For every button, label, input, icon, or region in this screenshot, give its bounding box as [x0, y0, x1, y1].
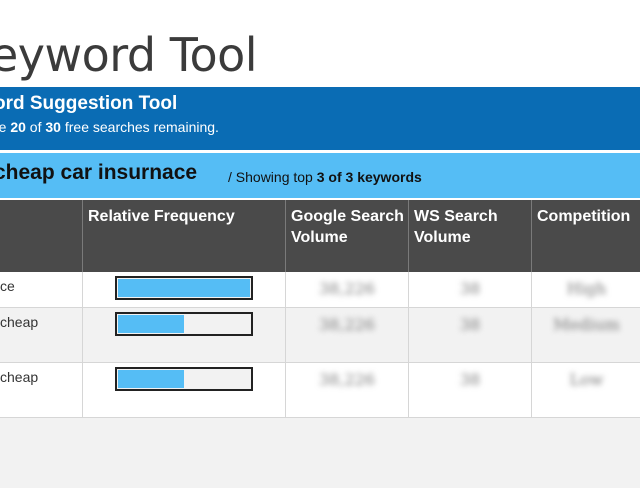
- header-keyword[interactable]: [0, 200, 83, 272]
- keyword-text[interactable]: cheap: [0, 363, 82, 385]
- results-count-value: 3 of 3 keywords: [316, 169, 422, 185]
- google-volume-cell: 38,226: [286, 363, 409, 418]
- frequency-bar-fill: [118, 279, 250, 297]
- frequency-cell: [83, 308, 286, 363]
- competition-cell: High: [532, 272, 640, 308]
- searches-remaining-count: 20: [10, 119, 26, 135]
- tool-title: ord Suggestion Tool: [0, 93, 178, 114]
- searches-remaining-mid: of: [25, 119, 46, 135]
- page-title: eyword Tool: [0, 28, 258, 82]
- competition-value: High: [566, 279, 607, 298]
- frequency-bar: [115, 367, 253, 391]
- header-competition[interactable]: Competition: [532, 200, 640, 272]
- table-row: cheap 38,226 38 Low: [0, 363, 640, 418]
- google-volume-cell: 38,226: [286, 308, 409, 363]
- searches-remaining-prefix: re: [0, 119, 7, 135]
- ws-volume-value: 38: [459, 370, 481, 389]
- tool-header-bar: ord Suggestion Tool re 20 of 30 free sea…: [0, 87, 640, 150]
- frequency-bar-fill: [118, 370, 184, 388]
- google-volume-cell: 38,226: [286, 272, 409, 308]
- searches-remaining-suffix: free searches remaining.: [60, 119, 219, 135]
- google-volume-value: 38,226: [319, 315, 375, 334]
- header-ws-search-volume[interactable]: WS Search Volume: [409, 200, 532, 272]
- results-count-prefix: / Showing top: [228, 169, 317, 185]
- ws-volume-cell: 38: [409, 272, 532, 308]
- google-volume-value: 38,226: [319, 370, 375, 389]
- search-query: cheap car insurnace: [0, 161, 198, 184]
- ws-volume-cell: 38: [409, 308, 532, 363]
- keyword-cell: cheap: [0, 308, 83, 363]
- search-summary-bar: cheap car insurnace / Showing top 3 of 3…: [0, 153, 640, 198]
- table-row: ce 38,226 38 High: [0, 272, 640, 308]
- keyword-cell: cheap: [0, 363, 83, 418]
- searches-remaining-text: re 20 of 30 free searches remaining.: [0, 119, 219, 135]
- competition-cell: Low: [532, 363, 640, 418]
- competition-value: Medium: [553, 315, 620, 334]
- table-row: cheap 38,226 38 Medium: [0, 308, 640, 363]
- google-volume-value: 38,226: [319, 279, 375, 298]
- frequency-bar: [115, 276, 253, 300]
- table-footer-area: [0, 418, 640, 488]
- competition-cell: Medium: [532, 308, 640, 363]
- keyword-cell: ce: [0, 272, 83, 308]
- frequency-cell: [83, 272, 286, 308]
- keyword-text[interactable]: cheap: [0, 308, 82, 330]
- ws-volume-cell: 38: [409, 363, 532, 418]
- keyword-text[interactable]: ce: [0, 272, 82, 294]
- header-relative-frequency[interactable]: Relative Frequency: [83, 200, 286, 272]
- results-count-text: / Showing top 3 of 3 keywords: [228, 169, 422, 185]
- frequency-cell: [83, 363, 286, 418]
- frequency-bar: [115, 312, 253, 336]
- header-google-search-volume[interactable]: Google Search Volume: [286, 200, 409, 272]
- competition-value: Low: [569, 370, 604, 389]
- searches-total-count: 30: [45, 119, 61, 135]
- ws-volume-value: 38: [459, 315, 481, 334]
- ws-volume-value: 38: [459, 279, 481, 298]
- frequency-bar-fill: [118, 315, 184, 333]
